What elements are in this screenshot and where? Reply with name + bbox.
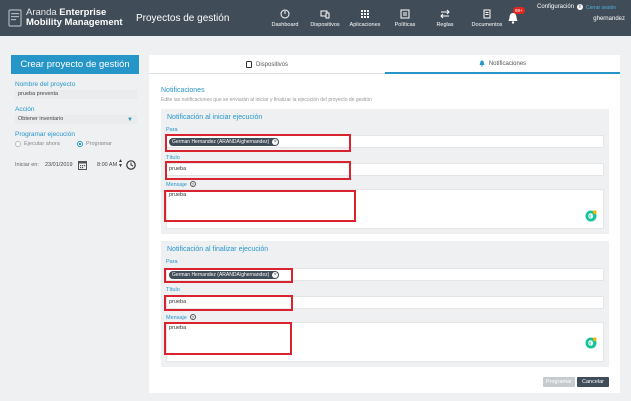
cancel-button[interactable]: Cancelar (577, 377, 609, 387)
create-project-title: Crear proyecto de gestión (11, 55, 139, 74)
documents-icon (483, 9, 491, 18)
main-nav: Dashboard Dispositivos Aplicaciones Polí… (265, 0, 509, 36)
start-time-input[interactable]: 8:00 AM (97, 162, 117, 168)
start-message-label: Mensaje? (166, 181, 196, 188)
grammar-check-icon[interactable] (585, 210, 597, 222)
dashboard-icon (280, 9, 290, 18)
tab-devices[interactable]: Dispositivos (149, 55, 385, 74)
radio-schedule[interactable]: Programar (77, 141, 112, 147)
radio-run-now-label: Ejecutar ahora (24, 141, 60, 147)
page-title: Proyectos de gestión (136, 13, 230, 24)
aranda-logo-icon (8, 9, 22, 27)
user-name: ghernandez (593, 16, 625, 22)
nav-rules[interactable]: Reglas (425, 0, 465, 36)
tab-devices-label: Dispositivos (255, 61, 288, 68)
phone-icon (245, 61, 252, 68)
start-row: Iniciar en: 23/01/2019 8:00 AM ▲ ▼ (15, 159, 145, 172)
devices-icon (320, 10, 330, 18)
notifications-title: Notificaciones (161, 87, 205, 94)
nav-label: Documentos (471, 21, 503, 28)
end-to-label: Para (166, 259, 178, 265)
radio-schedule-label: Programar (86, 141, 112, 147)
nav-devices[interactable]: Dispositivos (305, 0, 345, 36)
action-label: Acción (15, 106, 35, 113)
action-select-value: Obtener inventario (18, 116, 64, 122)
schedule-button[interactable]: Programar (543, 377, 575, 387)
schedule-label: Programar ejecución (15, 131, 75, 138)
calendar-icon[interactable] (78, 160, 87, 170)
logout-link[interactable]: Cerrar sesión (586, 5, 616, 11)
end-section-title: Notificación al finalizar ejecución (167, 246, 269, 253)
time-stepper-icon[interactable]: ▲ ▼ (118, 159, 123, 169)
start-to-label: Para (166, 127, 178, 133)
nav-label: Aplicaciones (349, 21, 381, 28)
config-link[interactable]: Configuración (537, 4, 574, 10)
clock-icon[interactable] (126, 160, 136, 170)
highlight-box (165, 161, 351, 180)
help-icon[interactable]: ? (189, 181, 196, 187)
highlight-box (164, 268, 293, 283)
nav-policies[interactable]: Políticas (385, 0, 425, 36)
nav-label: Reglas (436, 21, 454, 28)
tab-bar: Dispositivos Notificaciones (149, 55, 620, 74)
end-message-label: Mensaje? (166, 314, 196, 321)
top-bar: Aranda Enterprise Mobility Management Pr… (0, 0, 631, 36)
tab-notifications[interactable]: Notificaciones (385, 55, 620, 74)
end-subject-label: Título (166, 287, 180, 293)
radio-dot-selected (77, 141, 83, 147)
start-label: Iniciar en: (15, 162, 39, 168)
highlight-box (164, 295, 293, 311)
info-icon[interactable]: i (577, 4, 583, 10)
action-select[interactable]: Obtener inventario ▼ (15, 115, 137, 124)
caret-down-icon: ▼ (127, 117, 133, 123)
grammar-check-icon[interactable] (585, 337, 597, 349)
tab-notifications-label: Notificaciones (488, 60, 527, 67)
project-name-label: Nombre del proyecto (15, 81, 76, 88)
bell-icon (479, 60, 485, 67)
nav-dashboard[interactable]: Dashboard (265, 0, 305, 36)
highlight-box (164, 322, 292, 355)
create-project-panel: Crear proyecto de gestión Nombre del pro… (11, 55, 139, 225)
start-section-title: Notificación al iniciar ejecución (167, 114, 263, 121)
radio-dot (15, 141, 21, 147)
notifications-description: Edite las notificaciones que se enviarán… (161, 97, 372, 103)
help-icon[interactable]: ? (189, 314, 196, 320)
nav-label: Dashboard (271, 21, 299, 28)
nav-label: Políticas (394, 21, 416, 28)
radio-run-now[interactable]: Ejecutar ahora (15, 141, 60, 147)
apps-icon (361, 9, 369, 18)
nav-label: Dispositivos (310, 21, 340, 28)
nav-apps[interactable]: Aplicaciones (345, 0, 385, 36)
start-date-input[interactable]: 23/01/2019 (45, 162, 73, 168)
rules-icon (440, 9, 450, 18)
highlight-box (165, 134, 351, 152)
policies-icon (400, 9, 410, 18)
project-name-input[interactable]: prueba preventa (15, 90, 137, 99)
brand-name: Aranda Enterprise Mobility Management (26, 7, 123, 28)
highlight-box (164, 190, 356, 222)
nav-documents[interactable]: Documentos (465, 0, 509, 36)
notification-badge: 99+ (513, 7, 525, 14)
